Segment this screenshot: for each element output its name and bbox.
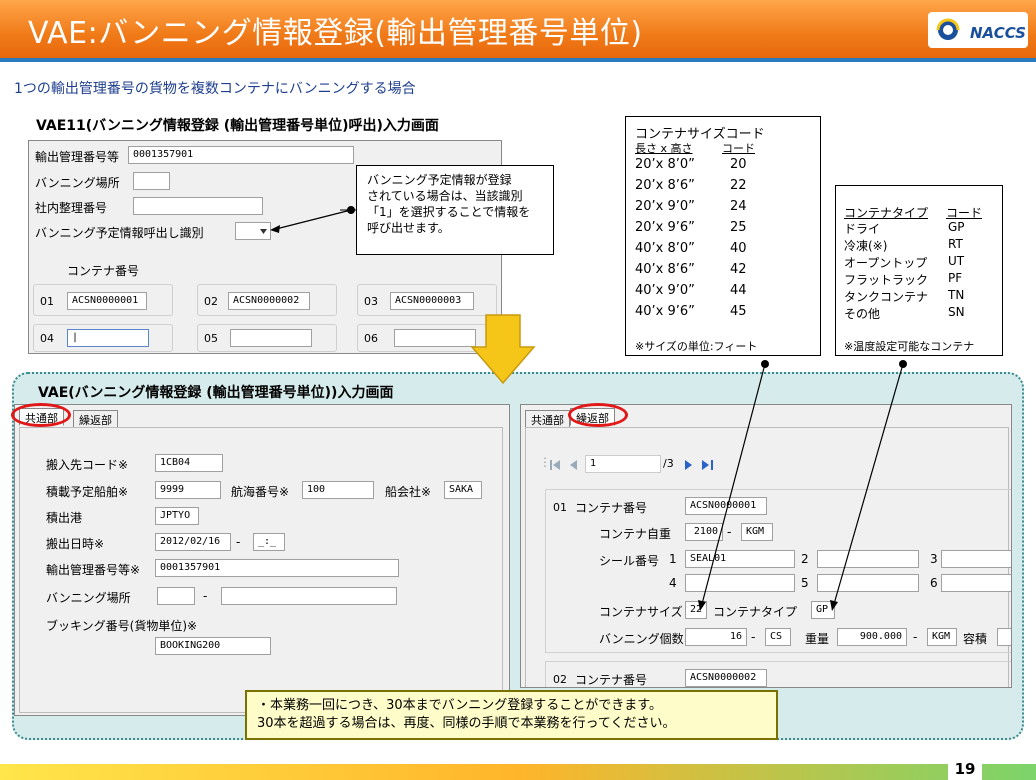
page-number: 19: [948, 760, 982, 780]
code-pointer-arrows: [698, 360, 907, 611]
footer-band: [0, 764, 1036, 780]
limit-note: ・本業務一回につき、30本までバンニング登録することができます。 30本を超過す…: [245, 690, 778, 740]
